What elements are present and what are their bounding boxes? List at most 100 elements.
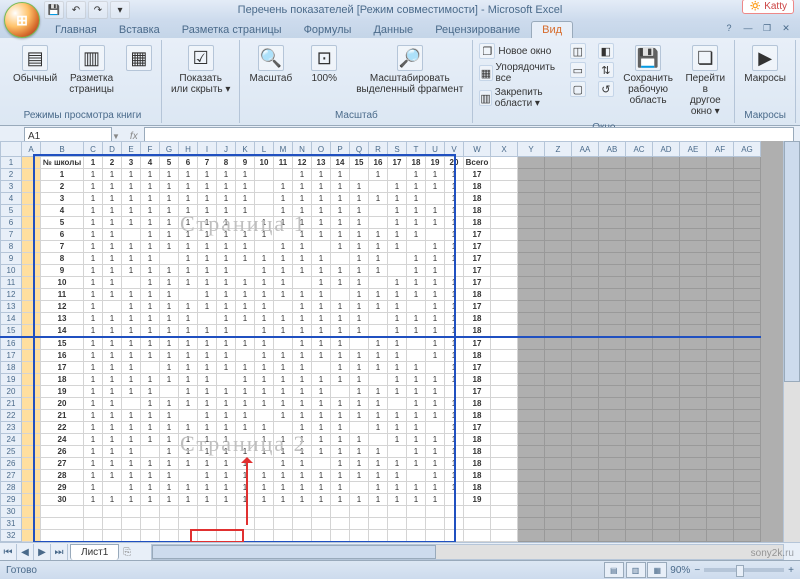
cell[interactable] — [179, 506, 198, 518]
cell[interactable]: 1 — [141, 181, 160, 193]
cell[interactable]: 1 — [350, 313, 369, 325]
cell[interactable]: 1 — [103, 313, 122, 325]
cell[interactable] — [312, 241, 331, 253]
cell[interactable]: 1 — [293, 301, 312, 313]
cell[interactable] — [255, 169, 274, 181]
cell[interactable]: 1 — [122, 181, 141, 193]
cell[interactable]: 17 — [464, 337, 491, 350]
cell[interactable]: 1 — [426, 169, 445, 181]
cell[interactable]: 1 — [160, 241, 179, 253]
show-hide-button[interactable]: ☑Показать или скрыть ▾ — [166, 42, 236, 98]
cell[interactable] — [331, 386, 350, 398]
cell[interactable]: 20 — [41, 398, 84, 410]
cell[interactable]: 1 — [122, 265, 141, 277]
cell[interactable] — [626, 506, 653, 518]
cell[interactable]: 1 — [103, 277, 122, 289]
cell[interactable]: 4 — [141, 157, 160, 169]
cell[interactable]: 1 — [293, 458, 312, 470]
cell[interactable]: 1 — [255, 313, 274, 325]
cell[interactable]: 1 — [407, 217, 426, 229]
row-header[interactable]: 10 — [1, 265, 22, 277]
row-header[interactable]: 17 — [1, 350, 22, 362]
cell[interactable] — [388, 446, 407, 458]
cell[interactable]: 1 — [198, 277, 217, 289]
cell[interactable]: 1 — [160, 277, 179, 289]
ribbon-tab[interactable]: Главная — [44, 21, 108, 38]
cell[interactable]: 1 — [141, 482, 160, 494]
row-header[interactable]: 16 — [1, 337, 22, 350]
zoom-in-button[interactable]: + — [788, 565, 794, 576]
cell[interactable]: 1 — [369, 241, 388, 253]
cell[interactable]: 12 — [293, 157, 312, 169]
cell[interactable] — [236, 506, 255, 518]
cell[interactable] — [369, 374, 388, 386]
cell[interactable]: 1 — [103, 253, 122, 265]
column-header[interactable]: G — [160, 142, 179, 157]
cell[interactable]: 1 — [198, 265, 217, 277]
cell[interactable]: 17 — [464, 241, 491, 253]
cell[interactable]: 1 — [445, 470, 464, 482]
cell[interactable] — [426, 422, 445, 434]
cell[interactable]: 1 — [160, 422, 179, 434]
cell[interactable]: 1 — [388, 470, 407, 482]
column-header[interactable]: H — [179, 142, 198, 157]
cell[interactable] — [350, 337, 369, 350]
cell[interactable]: 1 — [388, 217, 407, 229]
cell[interactable] — [84, 530, 103, 542]
cell[interactable]: 1 — [331, 458, 350, 470]
cell[interactable]: 1 — [217, 386, 236, 398]
cell[interactable]: 1 — [312, 398, 331, 410]
column-header[interactable]: Q — [350, 142, 369, 157]
cell[interactable]: 1 — [198, 205, 217, 217]
cell[interactable] — [369, 518, 388, 530]
cell[interactable]: 1 — [388, 289, 407, 301]
cell[interactable]: 1 — [445, 205, 464, 217]
cell[interactable]: 1 — [350, 217, 369, 229]
cell[interactable] — [388, 169, 407, 181]
cell[interactable]: 1 — [445, 362, 464, 374]
cell[interactable]: 1 — [331, 446, 350, 458]
cell[interactable]: 1 — [293, 193, 312, 205]
qat-undo[interactable]: ↶ — [66, 1, 86, 19]
cell[interactable]: 18 — [464, 398, 491, 410]
cell[interactable]: 1 — [141, 169, 160, 181]
cell[interactable] — [160, 530, 179, 542]
cell[interactable] — [491, 530, 518, 542]
cell[interactable]: 1 — [388, 229, 407, 241]
cell[interactable]: 1 — [122, 325, 141, 338]
cell[interactable]: 1 — [236, 337, 255, 350]
cell[interactable]: 1 — [198, 434, 217, 446]
cell[interactable]: 27 — [41, 458, 84, 470]
cell[interactable] — [707, 518, 734, 530]
normal-view-icon[interactable]: ▤ — [604, 562, 624, 578]
cell[interactable]: 1 — [236, 374, 255, 386]
cell[interactable]: 1 — [388, 386, 407, 398]
cell[interactable] — [331, 253, 350, 265]
cell[interactable]: 1 — [122, 301, 141, 313]
cell[interactable]: 1 — [122, 458, 141, 470]
column-header[interactable]: AD — [653, 142, 680, 157]
cell[interactable]: 1 — [426, 325, 445, 338]
cell[interactable] — [22, 506, 41, 518]
cell[interactable]: 1 — [217, 337, 236, 350]
column-header[interactable]: Y — [518, 142, 545, 157]
cell[interactable]: 1 — [426, 205, 445, 217]
cell[interactable]: 1 — [312, 434, 331, 446]
cell[interactable] — [331, 530, 350, 542]
cell[interactable] — [236, 518, 255, 530]
cell[interactable]: 1 — [255, 301, 274, 313]
cell[interactable]: 1 — [407, 325, 426, 338]
cell[interactable]: 1 — [274, 289, 293, 301]
row-header[interactable]: 12 — [1, 289, 22, 301]
cell[interactable]: 1 — [84, 301, 103, 313]
cell[interactable]: 1 — [179, 193, 198, 205]
cell[interactable]: 1 — [160, 434, 179, 446]
cell[interactable]: 1 — [274, 434, 293, 446]
cell[interactable]: 1 — [331, 422, 350, 434]
cell[interactable]: 18 — [41, 374, 84, 386]
cell[interactable]: 1 — [388, 410, 407, 422]
cell[interactable]: 1 — [198, 241, 217, 253]
cell[interactable]: 1 — [103, 470, 122, 482]
cell[interactable]: 1 — [312, 277, 331, 289]
cell[interactable]: 1 — [84, 422, 103, 434]
